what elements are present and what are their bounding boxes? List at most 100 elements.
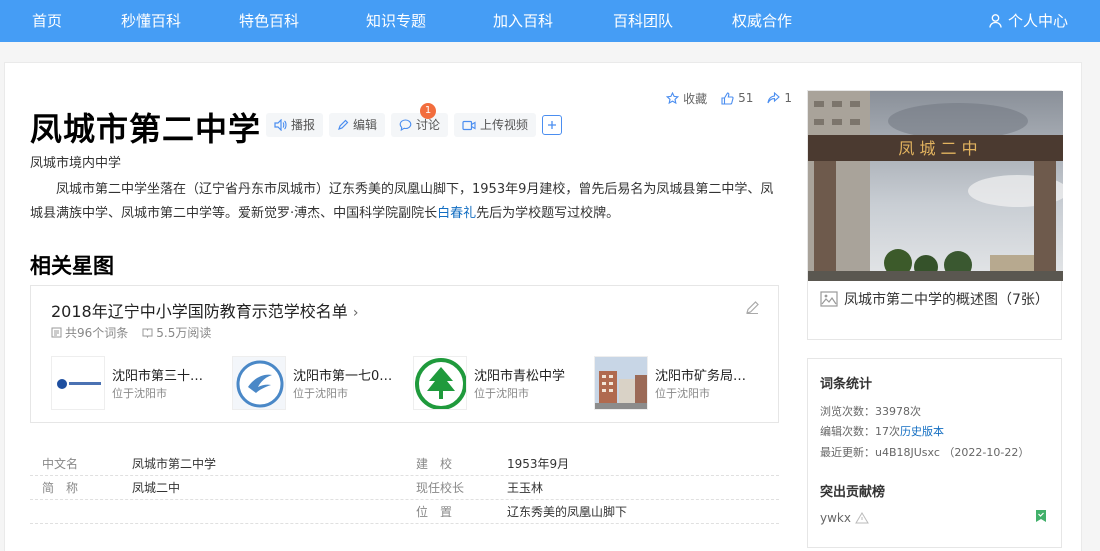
nav-team[interactable]: 百科团队 xyxy=(613,0,673,42)
collect-button[interactable]: 收藏 xyxy=(666,90,707,107)
discuss-count-badge: 1 xyxy=(420,103,437,119)
image-icon xyxy=(820,291,838,307)
edits-line: 编辑次数：17次历史版本 xyxy=(820,423,944,439)
top-nav: 首页 秒懂百科 特色百科 知识专题 加入百科 百科团队 权威合作 个人中心 xyxy=(0,0,1100,42)
info-row: 简 称 凤城二中 现任校长 王玉林 xyxy=(30,476,779,500)
speaker-icon xyxy=(274,119,287,131)
star-graph-item-location: 位于沈阳市 xyxy=(293,387,348,400)
views-value: 33978次 xyxy=(875,405,921,418)
read-count: 5.5万阅读 xyxy=(142,324,211,341)
video-camera-icon xyxy=(462,120,476,130)
info-row: 位 置 辽东秀美的凤凰山脚下 xyxy=(30,500,779,524)
edit-button[interactable]: 编辑 xyxy=(329,113,386,137)
upload-video-label: 上传视频 xyxy=(480,118,529,132)
updated-line: 最近更新：u4B18JUsxc （2022-10-22） xyxy=(820,444,1029,460)
school-logo-thumbnail xyxy=(51,356,105,410)
school-logo-thumbnail xyxy=(232,356,286,410)
info-key: 建 校 xyxy=(416,457,453,471)
school-building-thumbnail xyxy=(594,356,648,410)
views-label: 浏览次数： xyxy=(820,405,875,418)
comment-icon xyxy=(399,119,412,131)
views-line: 浏览次数：33978次 xyxy=(820,403,921,419)
star-graph-item[interactable]: 沈阳市第一七0… 位于沈阳市 xyxy=(232,356,402,410)
star-graph-item[interactable]: 沈阳市青松中学 位于沈阳市 xyxy=(413,356,583,410)
like-button[interactable]: 51 xyxy=(721,91,753,105)
info-value: 辽东秀美的凤凰山脚下 xyxy=(507,505,628,519)
share-button[interactable]: 1 xyxy=(767,91,792,105)
share-count: 1 xyxy=(784,91,792,105)
info-value: 凤城二中 xyxy=(132,481,181,495)
basic-info-table: 中文名 凤城市第二中学 建 校 1953年9月 简 称 凤城二中 现任校长 王玉… xyxy=(30,452,779,524)
entry-count: 共96个词条 xyxy=(51,324,128,341)
contrib-heading: 突出贡献榜 xyxy=(820,485,886,500)
play-label: 播报 xyxy=(291,118,316,132)
entry-actions: 收藏 51 1 xyxy=(666,90,792,106)
info-key: 位 置 xyxy=(416,505,453,519)
more-button[interactable] xyxy=(542,115,563,135)
star-graph-item-name: 沈阳市矿务局… xyxy=(655,369,747,384)
school-logo-thumbnail xyxy=(413,356,467,410)
star-graph-item-location: 位于沈阳市 xyxy=(655,387,710,400)
entry-stats-panel: 词条统计 浏览次数：33978次 编辑次数：17次历史版本 最近更新：u4B18… xyxy=(807,358,1062,548)
book-icon xyxy=(142,328,153,338)
edit-label: 编辑 xyxy=(353,118,378,132)
nav-topics[interactable]: 知识专题 xyxy=(366,0,426,42)
thumbs-up-icon xyxy=(721,91,734,105)
nav-authority[interactable]: 权威合作 xyxy=(732,0,792,42)
entry-summary: 凤城市第二中学坐落在（辽宁省丹东市凤城市）辽东秀美的凤凰山脚下，1953年9月建… xyxy=(30,178,782,226)
entry-subtitle: 凤城市境内中学 xyxy=(30,156,122,171)
user-icon xyxy=(989,14,1002,28)
edits-label: 编辑次数： xyxy=(820,425,875,438)
summary-text-1: 凤城市第二中学坐落在（辽宁省丹东市凤城市）辽东秀美的凤凰山脚下，1953年9月建… xyxy=(30,182,774,221)
section-title-star-graph: 相关星图 xyxy=(30,254,114,278)
stats-heading: 词条统计 xyxy=(820,377,873,392)
user-center-label: 个人中心 xyxy=(1007,12,1068,30)
read-count-text: 5.5万阅读 xyxy=(156,326,212,340)
star-graph-item[interactable]: 沈阳市第三十… 位于沈阳市 xyxy=(51,356,221,410)
info-key: 现任校长 xyxy=(416,481,465,495)
updated-value: u4B18JUsxc （2022-10-22） xyxy=(875,446,1030,459)
info-key: 中文名 xyxy=(42,457,79,471)
entry-count-text: 共96个词条 xyxy=(65,326,129,340)
like-count: 51 xyxy=(738,91,754,105)
share-icon xyxy=(767,92,781,104)
info-value: 凤城市第二中学 xyxy=(132,457,217,471)
history-versions-link[interactable]: 历史版本 xyxy=(900,425,944,438)
contributor-row[interactable]: ywkx xyxy=(820,511,869,525)
star-icon xyxy=(666,91,680,104)
edit-pencil-icon[interactable] xyxy=(745,300,760,315)
plus-icon xyxy=(548,121,557,129)
user-center-link[interactable]: 个人中心 xyxy=(989,0,1068,42)
gate-sign-text: 凤 城 二 中 xyxy=(898,139,977,158)
title-toolbar: 播报 编辑 讨论 1 上传视频 xyxy=(266,103,563,137)
upload-video-button[interactable]: 上传视频 xyxy=(454,113,537,137)
star-graph-title: 2018年辽宁中小学国防教育示范学校名单 xyxy=(51,302,348,321)
play-button[interactable]: 播报 xyxy=(266,113,324,137)
contributor-name: ywkx xyxy=(820,511,851,525)
nav-miaodong[interactable]: 秒懂百科 xyxy=(121,0,181,42)
school-gate-photo: 凤 城 二 中 xyxy=(808,91,1063,281)
star-graph-item-location: 位于沈阳市 xyxy=(474,387,529,400)
bookmark-icon[interactable] xyxy=(1035,509,1047,523)
star-graph-stats: 共96个词条 5.5万阅读 xyxy=(51,324,211,341)
summary-link-baichunli[interactable]: 白春礼 xyxy=(437,206,476,221)
summary-text-2: 先后为学校题写过校牌。 xyxy=(476,206,620,221)
star-graph-item-location: 位于沈阳市 xyxy=(112,387,167,400)
discuss-button[interactable]: 讨论 1 xyxy=(391,103,449,137)
summary-album[interactable]: 凤 城 二 中 凤城市第二中学的概述图（7张） xyxy=(807,90,1063,340)
star-graph-item-name: 沈阳市第一七0… xyxy=(293,369,393,384)
nav-featured[interactable]: 特色百科 xyxy=(239,0,299,42)
album-caption-text: 凤城市第二中学的概述图（7张） xyxy=(844,292,1049,308)
level-triangle-icon xyxy=(855,512,869,524)
info-row: 中文名 凤城市第二中学 建 校 1953年9月 xyxy=(30,452,779,476)
list-icon xyxy=(51,327,62,338)
updated-label: 最近更新： xyxy=(820,446,875,459)
star-graph-card: 2018年辽宁中小学国防教育示范学校名单 › 共96个词条 5.5万阅读 沈阳市… xyxy=(30,285,779,423)
nav-join[interactable]: 加入百科 xyxy=(493,0,553,42)
info-value: 1953年9月 xyxy=(507,457,570,471)
nav-home[interactable]: 首页 xyxy=(32,0,62,42)
chevron-right-icon: › xyxy=(352,305,359,321)
collect-label: 收藏 xyxy=(683,91,708,106)
star-graph-title-link[interactable]: 2018年辽宁中小学国防教育示范学校名单 › xyxy=(51,298,358,322)
star-graph-item[interactable]: 沈阳市矿务局… 位于沈阳市 xyxy=(594,356,764,410)
